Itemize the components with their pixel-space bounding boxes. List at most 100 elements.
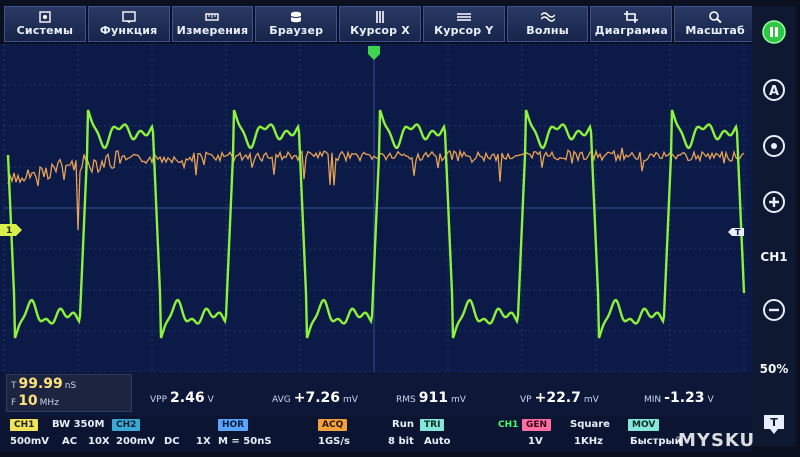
gen-waveform[interactable]: Square — [570, 419, 610, 430]
ch1-probe[interactable]: 10X — [88, 436, 110, 447]
zoom-icon — [708, 11, 722, 23]
menu-function-button[interactable]: Функция — [87, 6, 170, 42]
menu-zoom-button[interactable]: Масштаб — [674, 6, 757, 42]
ch2-chip[interactable]: CH2 — [112, 419, 141, 431]
top-menu: Системы Функция Измерения Браузер Курсор… — [4, 6, 757, 42]
trigger-position-marker[interactable] — [368, 46, 380, 60]
menu-cursor-y-label: Курсор Y — [434, 24, 494, 37]
trigger-level-text: T — [735, 228, 741, 237]
menu-measure-label: Измерения — [176, 24, 249, 37]
measure-vp-value: +22.7 — [534, 390, 581, 406]
tri-chip[interactable]: TRI — [420, 419, 445, 431]
trigger-icon: T — [761, 411, 787, 437]
ch1-bandwidth: BW 350M — [52, 419, 105, 430]
trigger-level-50-label[interactable]: 50% — [754, 362, 794, 376]
measure-min[interactable]: MIN -1.23 V — [644, 390, 714, 406]
run-pause-button[interactable] — [758, 16, 790, 48]
measure-vp-unit: mV — [583, 395, 599, 405]
measure-vpp-name: VPP — [150, 395, 168, 405]
ch1-level-marker[interactable]: 1 — [0, 224, 22, 236]
measure-rms-unit: mV — [450, 395, 466, 405]
measure-vpp[interactable]: VPP 2.46 V — [150, 390, 214, 406]
status-bar: CH1 BW 350M CH2 500mV AC 10X 200mV DC 1X… — [0, 416, 752, 452]
wave-icon — [540, 11, 555, 23]
measure-avg-unit: mV — [343, 395, 358, 405]
measure-rms[interactable]: RMS 911 mV — [396, 390, 466, 406]
hor-chip[interactable]: HOR — [218, 419, 249, 431]
trigger-mode[interactable]: Auto — [424, 436, 451, 447]
run-state: Run — [392, 419, 414, 430]
bit-depth: 8 bit — [388, 436, 414, 447]
ch1-coupling[interactable]: AC — [62, 436, 77, 447]
measure-vpp-unit: V — [207, 395, 214, 405]
minus-button[interactable] — [758, 294, 790, 326]
plus-icon — [761, 189, 787, 215]
function-icon — [121, 11, 136, 23]
waveform-plot[interactable]: 1 T — [0, 44, 752, 372]
ch1-level-text: 1 — [6, 226, 12, 236]
menu-measure-button[interactable]: Измерения — [171, 6, 254, 42]
ch1-scale[interactable]: 500mV — [10, 436, 49, 447]
mov-chip[interactable]: MOV — [628, 419, 660, 431]
gen-chip[interactable]: GEN — [522, 419, 552, 431]
frequency-readout: F 10 MHz — [11, 393, 59, 409]
target-button[interactable] — [758, 130, 790, 162]
menu-browser-button[interactable]: Браузер — [255, 6, 338, 42]
period-readout: T 99.99 nS — [11, 376, 76, 392]
freq-unit: MHz — [39, 398, 59, 408]
menu-browser-label: Браузер — [269, 24, 324, 37]
cursor-y-icon — [456, 11, 471, 23]
ch2-scale[interactable]: 200mV — [116, 436, 155, 447]
auto-button[interactable]: A — [758, 74, 790, 106]
waveform-canvas: 1 T — [0, 44, 746, 372]
period-unit: nS — [64, 381, 77, 391]
measure-avg-value: +7.26 — [293, 390, 340, 406]
channel-select-label[interactable]: CH1 — [754, 250, 794, 264]
crop-icon — [624, 11, 639, 23]
gen-frequency[interactable]: 1KHz — [574, 436, 603, 447]
measure-vp[interactable]: VP +22.7 mV — [520, 390, 599, 406]
menu-diagram-button[interactable]: Диаграмма — [590, 6, 673, 42]
minus-icon — [761, 297, 787, 323]
ch2-probe[interactable]: 1X — [196, 436, 211, 447]
gear-icon — [38, 11, 52, 23]
menu-systems-button[interactable]: Системы — [4, 6, 86, 42]
oscilloscope-screen: Системы Функция Измерения Браузер Курсор… — [0, 0, 800, 457]
measurement-bar: T 99.99 nS F 10 MHz VPP 2.46 V AVG +7.26 mV RMS 9… — [0, 372, 752, 416]
trigger-button[interactable]: T — [758, 408, 790, 440]
timebase-value[interactable]: M = 50nS — [218, 436, 272, 447]
target-icon — [761, 133, 787, 159]
menu-cursor-y-button[interactable]: Курсор Y — [422, 6, 505, 42]
sample-rate[interactable]: 1GS/s — [318, 436, 350, 447]
menu-cursor-x-label: Курсор X — [350, 24, 410, 37]
menu-waves-button[interactable]: Волны — [506, 6, 589, 42]
frequency-counter[interactable]: T 99.99 nS F 10 MHz — [6, 374, 132, 412]
ch1-trace — [6, 109, 746, 339]
database-icon — [289, 11, 303, 23]
menu-zoom-label: Масштаб — [685, 24, 745, 37]
measure-avg-name: AVG — [272, 395, 291, 405]
acq-chip[interactable]: ACQ — [318, 419, 348, 431]
measure-rms-name: RMS — [396, 395, 416, 405]
right-sidebar: A CH1 50% T — [752, 6, 796, 446]
freq-value: 10 — [18, 393, 38, 409]
menu-diagram-label: Диаграмма — [594, 24, 668, 37]
period-tag: T — [11, 381, 17, 391]
measure-min-name: MIN — [644, 395, 662, 405]
gen-amplitude[interactable]: 1V — [528, 436, 543, 447]
trigger-channel: CH1 — [498, 420, 519, 430]
ch2-coupling[interactable]: DC — [164, 436, 180, 447]
measure-vp-name: VP — [520, 395, 532, 405]
measure-avg[interactable]: AVG +7.26 mV — [272, 390, 358, 406]
menu-waves-label: Волны — [526, 24, 569, 37]
ruler-icon — [205, 11, 220, 23]
measure-min-value: -1.23 — [664, 390, 705, 406]
plus-button[interactable] — [758, 186, 790, 218]
measure-rms-value: 911 — [418, 390, 448, 406]
menu-cursor-x-button[interactable]: Курсор X — [339, 6, 421, 42]
period-value: 99.99 — [18, 376, 63, 392]
move-speed[interactable]: Быстрый — [630, 436, 682, 447]
ch1-chip[interactable]: CH1 — [10, 419, 39, 431]
menu-systems-label: Системы — [16, 24, 74, 37]
trigger-level-marker[interactable]: T — [728, 228, 744, 237]
